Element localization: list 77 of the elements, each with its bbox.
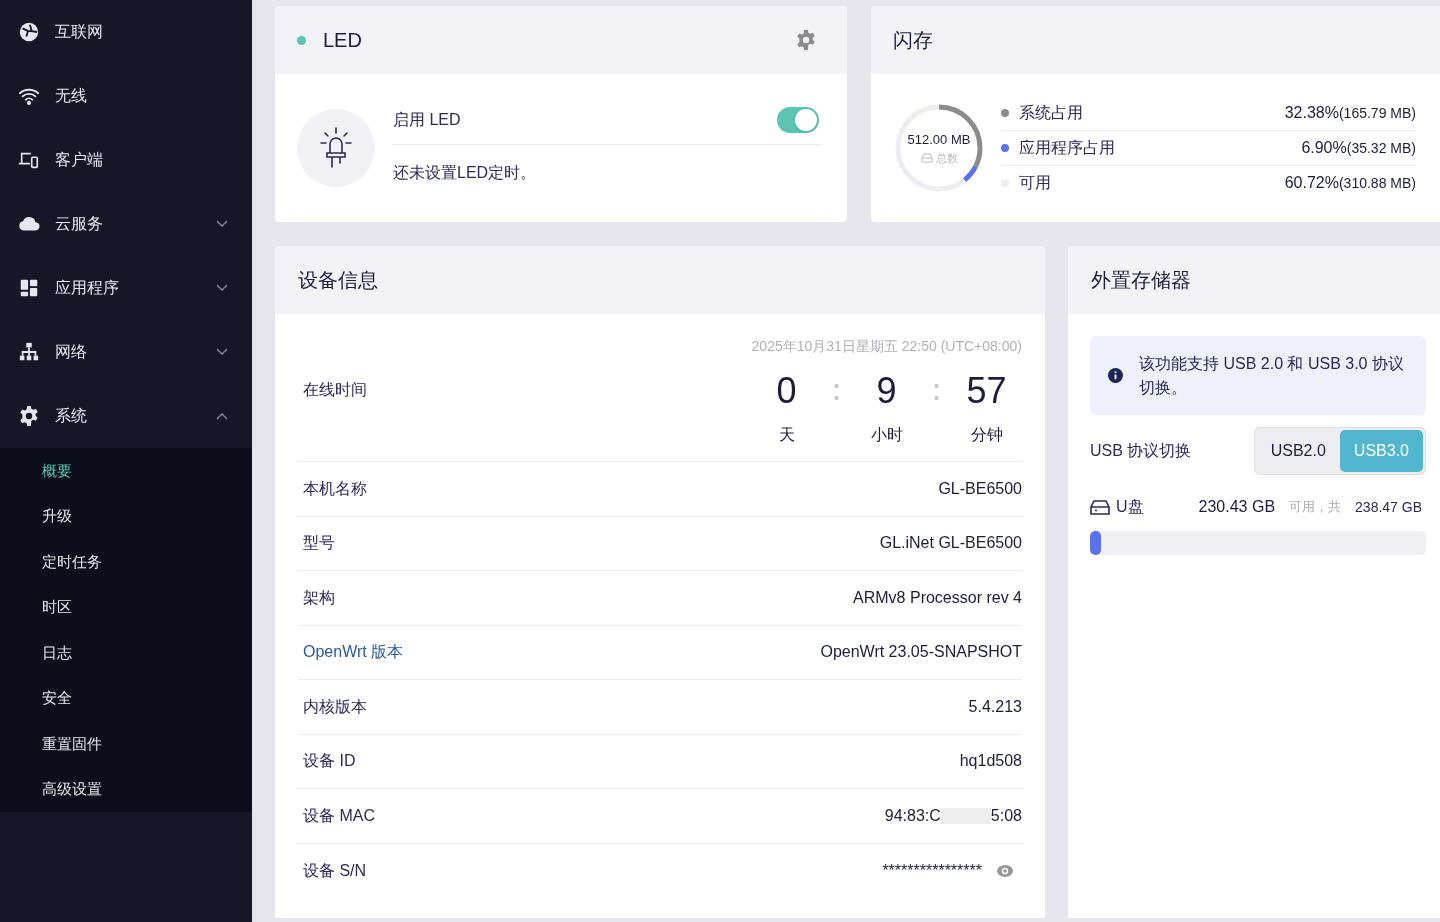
date-time: 2025年10月31日星期五 22:50 (UTC+08:00) [751,337,1022,356]
submenu-item[interactable]: 重置固件 [0,721,252,767]
submenu-item[interactable]: 升级 [0,493,252,539]
settings-button[interactable] [795,29,817,51]
submenu-item[interactable]: 定时任务 [0,539,252,585]
submenu-item[interactable]: 日志 [0,630,252,676]
uptime-unit: 分钟 [970,425,1003,445]
uptime-number: 9 [876,369,897,413]
total-label: 总数 [935,150,958,166]
uptime-number: 0 [776,369,797,413]
submenu-item[interactable]: 安全 [0,675,252,721]
info-label: 本机名称 [303,478,368,499]
switch-label: USB 协议切换 [1090,441,1193,461]
sidebar-item[interactable]: 无线 [0,64,252,128]
info-value: GL-BE6500 [938,478,1022,499]
card-title: LED [323,28,363,53]
info-value: GL.iNet GL-BE6500 [879,533,1022,554]
uptime-unit: 天 [778,425,795,445]
drive-icon [1090,499,1110,515]
usage-value: 60.72%(310.88 MB) [1284,173,1416,193]
card-title: 外置存储器 [1091,268,1191,293]
card-title: 设备信息 [298,268,378,293]
sidebar-item[interactable]: 应用程序 [0,256,252,320]
led-schedule-note: 还未设置LED定时。 [393,163,537,183]
toggle-switch[interactable] [777,106,819,133]
legend-label: 系统占用 [1019,102,1084,123]
info-label: 型号 [303,533,336,554]
usage-value: 32.38%(165.79 MB) [1284,102,1416,123]
usage-value: 6.90%(35.32 MB) [1301,137,1416,158]
total-size: 512.00 MB [907,131,971,149]
info-link[interactable]: OpenWrt 版本 [303,640,821,665]
globe-icon [18,21,40,43]
notice-text: 该功能支持 USB 2.0 和 USB 3.0 协议切换。 [1139,353,1405,398]
info-value: ARMv8 Processor rev 4 [853,587,1022,608]
uptime-label: 在线时间 [302,380,367,400]
info-icon [1108,368,1123,383]
card-title: 闪存 [893,28,933,53]
info-label: 设备 ID [303,751,357,772]
info-value: hq1d508 [959,751,1022,772]
apps-icon [18,277,40,299]
legend-label: 应用程序占用 [1019,137,1116,158]
chevron-up-icon [216,412,228,420]
network-icon [18,341,40,363]
submenu-item[interactable]: 概要 [0,448,252,494]
info-label: 设备 MAC [303,805,376,826]
info-value: OpenWrt 23.05-SNAPSHOT [820,642,1022,663]
colon-separator-icon [934,383,939,401]
disk-name: U盘 [1116,497,1145,517]
info-value: **************** [882,860,982,881]
chevron-down-icon [216,284,228,292]
chevron-down-icon [216,220,228,228]
settings-icon [18,405,40,427]
info-value: 94:83:C [884,805,941,826]
info-label: 内核版本 [303,696,368,717]
disk-caption: 可用，共 [1289,498,1342,517]
sidebar-item[interactable]: 系统 [0,384,252,448]
info-label: 架构 [303,587,336,608]
chevron-down-icon [216,348,228,356]
disk-free: 230.43 GB [1198,497,1276,517]
segment-option[interactable]: USB2.0 [1256,430,1340,472]
sidebar-item[interactable]: 云服务 [0,192,252,256]
toggle-label: 启用 LED [393,109,462,130]
colon-separator-icon [834,383,839,401]
uptime-number: 57 [966,369,1007,413]
uptime-unit: 小时 [870,425,903,445]
submenu-item[interactable]: 时区 [0,584,252,630]
disk-total: 238.47 GB [1355,497,1422,517]
legend-label: 可用 [1019,173,1052,193]
sidebar-item[interactable]: 互联网 [0,0,252,64]
info-label: 设备 S/N [303,860,368,881]
submenu-item[interactable]: 高级设置 [0,766,252,812]
info-value: 5:08 [990,805,1022,826]
sidebar-item[interactable]: 网络 [0,320,252,384]
settings-icon [795,29,817,51]
sidebar-item[interactable]: 客户端 [0,128,252,192]
drive-icon [920,152,933,163]
info-value: 5.4.213 [968,696,1022,717]
